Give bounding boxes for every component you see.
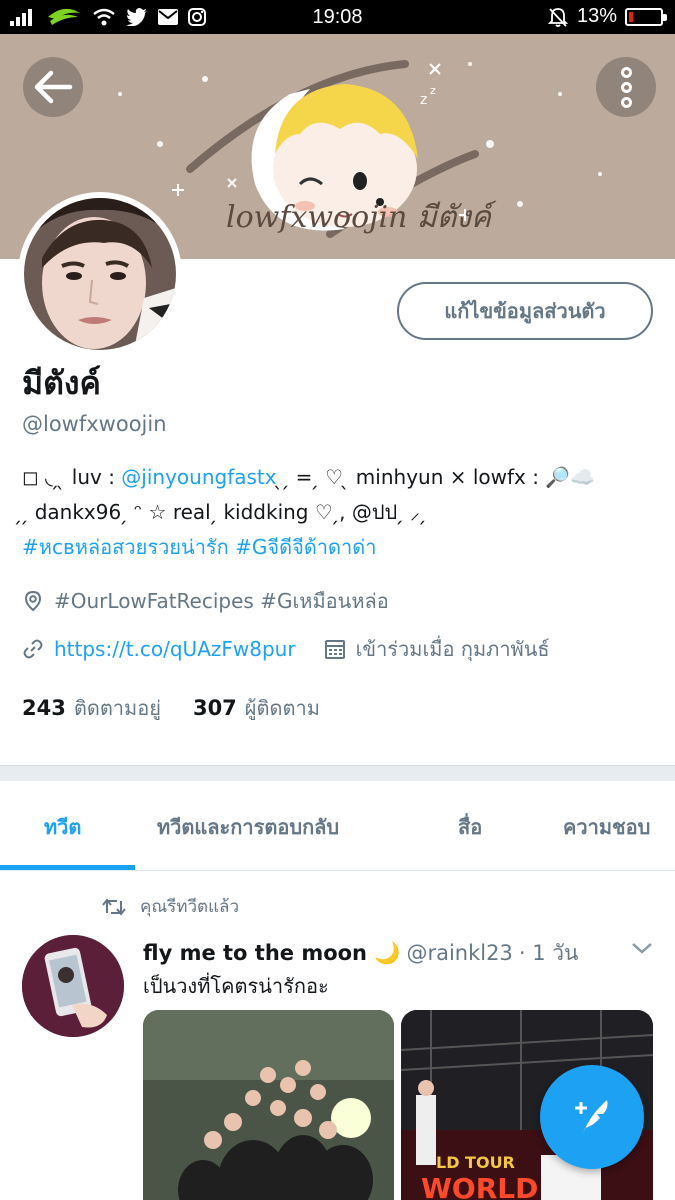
bio-hashtag-2[interactable]: #Gจีดีจีด้าดาด่า (235, 535, 376, 559)
followers-count: 307 (192, 696, 237, 720)
banner-text: lowfxwoojin มีตังค์ (226, 200, 491, 235)
retweet-label: คุณรีทวีตแล้ว (140, 897, 239, 917)
profile-url-link[interactable]: https://t.co/qUAzFw8pur (54, 637, 296, 661)
bio-line-1: ◻︎ ◟ ̗ ̖ luv : @jinyoungfastx ̖ ̗ = ̗ ♡ … (22, 460, 662, 495)
tab-tweets-and-replies[interactable]: ทวีตและการตอบกลับ (157, 811, 339, 843)
back-button[interactable] (23, 57, 83, 117)
following-count: 243 (22, 696, 66, 720)
svg-text:z: z (420, 92, 427, 108)
profile-bio: ◻︎ ◟ ̗ ̖ luv : @jinyoungfastx ̖ ̗ = ̗ ♡ … (22, 460, 662, 565)
tweet-username[interactable]: @rainkl23 (406, 941, 512, 965)
tweet-photo-1 (143, 1010, 394, 1200)
bio-line-1-pre: ◻︎ ◟ ̗ ̖ luv : (22, 465, 122, 489)
compose-tweet-button[interactable] (540, 1065, 644, 1169)
tweet-timestamp: · 1 วัน (518, 941, 579, 965)
more-vertical-icon-dot (620, 96, 632, 108)
svg-text:WORLD: WORLD (421, 1172, 538, 1200)
following-stat[interactable]: 243 ติดตามอยู่ (22, 692, 161, 724)
section-divider (0, 765, 675, 781)
tab-media[interactable]: สื่อ (458, 811, 482, 843)
follow-stats: 243 ติดตามอยู่ 307 ผู้ติดตาม (22, 692, 342, 724)
following-label: ติดตามอยู่ (73, 696, 161, 720)
avatar-photo (24, 198, 176, 350)
tweet-media-1[interactable] (143, 1010, 394, 1200)
followers-label: ผู้ติดตาม (244, 696, 320, 720)
svg-text:z: z (430, 84, 436, 97)
retweet-context: คุณรีทวีตแล้ว (102, 893, 239, 920)
status-bar-right: 13% (547, 5, 667, 28)
profile-meta-row: https://t.co/qUAzFw8pur เข้าร่วมเมื่อ กุ… (22, 633, 550, 665)
tweet-author-avatar[interactable] (22, 935, 124, 1037)
profile-location: #OurLowFatRecipes #Gเหมือนหล่อ (22, 585, 389, 617)
profile-handle: @lowfxwoojin (22, 412, 167, 436)
svg-text:LD TOUR: LD TOUR (436, 1153, 515, 1172)
status-bar: 19:08 13% (0, 0, 675, 34)
calendar-icon (324, 640, 345, 659)
profile-tabs: ทวีต ทวีตและการตอบกลับ สื่อ ความชอบ (0, 781, 675, 871)
bio-line-3: #หcвหล่อสวยรวยน่ารัก #Gจีดีจีด้าดาด่า (22, 530, 662, 565)
tweet-avatar-photo (22, 935, 124, 1037)
more-vertical-icon (620, 66, 632, 78)
more-options-button[interactable] (596, 57, 656, 117)
tweet-text: เป็นวงที่โคตรน่ารักอะ (143, 974, 329, 998)
bio-mention-link[interactable]: @jinyoungfastx (121, 465, 276, 489)
followers-stat[interactable]: 307 ผู้ติดตาม (193, 692, 320, 724)
arrow-left-icon (34, 70, 73, 104)
location-text: #OurLowFatRecipes #Gเหมือนหล่อ (54, 589, 389, 613)
bio-line-1-post: ̖ ̗ = ̗ ♡ ̖ minhyun × lowfx : 🔎☁️ (276, 465, 596, 489)
compose-tweet-icon (575, 1100, 608, 1134)
profile-display-name: มีตังค์ (22, 364, 101, 402)
bio-hashtag-1[interactable]: #หcвหล่อสวยรวยน่ารัก (22, 535, 229, 559)
profile-joined: เข้าร่วมเมื่อ กุมภาพันธ์ (324, 633, 550, 665)
profile-avatar-ring (18, 192, 182, 356)
tab-tweets[interactable]: ทวีต (44, 811, 81, 843)
tab-likes[interactable]: ความชอบ (563, 811, 650, 843)
battery-level (629, 11, 633, 22)
tweet-options-button[interactable] (630, 940, 654, 960)
battery-icon (625, 7, 667, 26)
avatar[interactable] (24, 198, 176, 350)
battery-percent: 13% (576, 5, 617, 27)
link-icon (23, 639, 43, 659)
active-tab-indicator (0, 865, 135, 870)
tweet-display-name[interactable]: fly me to the moon 🌙 (143, 941, 400, 966)
retweet-icon (102, 897, 126, 916)
more-vertical-icon-dot (620, 81, 632, 93)
edit-profile-button[interactable]: แก้ไขข้อมูลส่วนตัว (397, 282, 653, 340)
location-pin-icon (24, 590, 42, 612)
joined-text: เข้าร่วมเมื่อ กุมภาพันธ์ (355, 637, 550, 661)
chevron-down-icon (632, 943, 652, 954)
mute-bell-icon (547, 7, 569, 27)
tweet-header: fly me to the moon 🌙 @rainkl23 · 1 วัน (143, 937, 578, 970)
bio-line-2: ̗ ̗ dankx96 ̗ ᵔ ☆ real ̗ kiddking ♡ ̗, @… (22, 500, 427, 524)
